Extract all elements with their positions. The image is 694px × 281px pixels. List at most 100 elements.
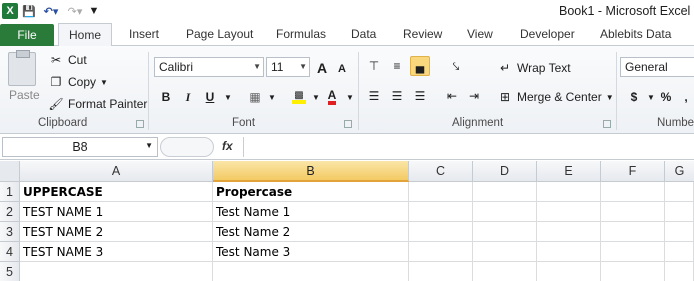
row-header[interactable]: 1 [0, 182, 20, 202]
tab-insert[interactable]: Insert [129, 27, 159, 41]
cell-e4[interactable] [537, 242, 601, 262]
cell-f4[interactable] [601, 242, 665, 262]
percent-button[interactable]: % [656, 87, 676, 107]
cut-button[interactable]: ✂ Cut [48, 52, 87, 68]
cell-c5[interactable] [409, 262, 473, 281]
cell-d3[interactable] [473, 222, 537, 242]
paste-button[interactable]: Paste [9, 88, 40, 102]
row-header[interactable]: 5 [0, 262, 20, 281]
align-bottom-icon[interactable]: ▄ [410, 56, 430, 76]
select-all-button[interactable] [0, 161, 20, 182]
redo-icon[interactable]: ↷▾ [64, 3, 86, 19]
chevron-down-icon[interactable]: ▼ [262, 87, 282, 107]
font-size-box[interactable]: 11 ▼ [266, 57, 310, 77]
name-box[interactable]: B8 ▼ [2, 137, 158, 157]
tab-developer[interactable]: Developer [520, 27, 575, 41]
cell-a5[interactable] [20, 262, 213, 281]
comma-style-icon[interactable]: , [676, 87, 694, 107]
align-right-icon[interactable]: ☰ [410, 86, 430, 106]
row-header[interactable]: 3 [0, 222, 20, 242]
merge-center-button[interactable]: ⊞ Merge & Center ▼ [497, 89, 614, 105]
cell-c1[interactable] [409, 182, 473, 202]
tab-home[interactable]: Home [58, 23, 113, 47]
cell-c2[interactable] [409, 202, 473, 222]
save-icon[interactable]: 💾 [20, 3, 38, 19]
tab-view[interactable]: View [467, 27, 493, 41]
cell-f1[interactable] [601, 182, 665, 202]
align-top-icon[interactable]: ⊤ [364, 56, 384, 76]
cell-g3[interactable] [665, 222, 694, 242]
undo-icon[interactable]: ↶▾ [40, 3, 62, 19]
orientation-icon[interactable]: ⤥ [446, 56, 466, 76]
chevron-down-icon[interactable]: ▼ [218, 87, 238, 107]
column-header-c[interactable]: C [409, 161, 473, 182]
cell-b4[interactable]: Test Name 3 [213, 242, 409, 262]
font-dialog-launcher-icon[interactable] [344, 120, 352, 128]
copy-button[interactable]: ❐ Copy ▼ [48, 74, 108, 90]
cell-a2[interactable]: TEST NAME 1 [20, 202, 213, 222]
cell-e5[interactable] [537, 262, 601, 281]
bold-button[interactable]: B [156, 87, 176, 107]
underline-button[interactable]: U [200, 87, 220, 107]
column-header-b[interactable]: B [213, 161, 409, 182]
format-painter-button[interactable]: 🖌 Format Painter [48, 96, 147, 112]
cell-c3[interactable] [409, 222, 473, 242]
column-header-d[interactable]: D [473, 161, 537, 182]
cell-g2[interactable] [665, 202, 694, 222]
wrap-text-button[interactable]: ↵ Wrap Text [497, 60, 571, 76]
cell-a3[interactable]: TEST NAME 2 [20, 222, 213, 242]
cell-g4[interactable] [665, 242, 694, 262]
decrease-indent-icon[interactable]: ⇤ [442, 86, 462, 106]
cell-d4[interactable] [473, 242, 537, 262]
cell-d2[interactable] [473, 202, 537, 222]
grow-font-button[interactable]: A [312, 58, 332, 78]
column-header-f[interactable]: F [601, 161, 665, 182]
paste-icon[interactable] [8, 50, 36, 86]
align-center-icon[interactable]: ☰ [387, 86, 407, 106]
chevron-down-icon[interactable]: ▼ [340, 87, 360, 107]
tab-file[interactable]: File [0, 24, 54, 46]
cell-d5[interactable] [473, 262, 537, 281]
cell-e3[interactable] [537, 222, 601, 242]
cell-b5[interactable] [213, 262, 409, 281]
align-left-icon[interactable]: ☰ [364, 86, 384, 106]
cell-e2[interactable] [537, 202, 601, 222]
tab-data[interactable]: Data [351, 27, 376, 41]
cell-f2[interactable] [601, 202, 665, 222]
font-name-box[interactable]: Calibri ▼ [154, 57, 264, 77]
alignment-dialog-launcher-icon[interactable] [603, 120, 611, 128]
cell-a4[interactable]: TEST NAME 3 [20, 242, 213, 262]
formula-input[interactable] [243, 137, 694, 157]
tab-review[interactable]: Review [403, 27, 442, 41]
tab-ablebits-data[interactable]: Ablebits Data [600, 27, 671, 41]
cell-a1[interactable]: UPPERCASE [20, 182, 213, 202]
align-middle-icon[interactable]: ≡ [387, 56, 407, 76]
row-header[interactable]: 4 [0, 242, 20, 262]
column-header-a[interactable]: A [20, 161, 213, 182]
tab-page-layout[interactable]: Page Layout [186, 27, 253, 41]
tab-formulas[interactable]: Formulas [276, 27, 326, 41]
column-header-e[interactable]: E [537, 161, 601, 182]
font-color-button[interactable]: A [322, 87, 342, 107]
cell-c4[interactable] [409, 242, 473, 262]
insert-function-icon[interactable]: fx [222, 139, 233, 153]
customize-toolbar-icon[interactable]: ▼ [88, 3, 100, 19]
formula-bar-divider[interactable] [160, 137, 214, 157]
column-header-g[interactable]: G [665, 161, 694, 182]
cell-g5[interactable] [665, 262, 694, 281]
cell-b2[interactable]: Test Name 1 [213, 202, 409, 222]
row-header[interactable]: 2 [0, 202, 20, 222]
increase-indent-icon[interactable]: ⇥ [464, 86, 484, 106]
cell-f3[interactable] [601, 222, 665, 242]
cell-b3[interactable]: Test Name 2 [213, 222, 409, 242]
cell-d1[interactable] [473, 182, 537, 202]
shrink-font-button[interactable]: A [332, 59, 352, 79]
excel-logo-icon[interactable]: X [2, 3, 18, 19]
cell-b1[interactable]: Propercase [213, 182, 409, 202]
number-format-box[interactable]: General [620, 57, 694, 77]
italic-button[interactable]: I [178, 87, 198, 107]
cell-f5[interactable] [601, 262, 665, 281]
clipboard-dialog-launcher-icon[interactable] [136, 120, 144, 128]
cell-g1[interactable] [665, 182, 694, 202]
cell-e1[interactable] [537, 182, 601, 202]
